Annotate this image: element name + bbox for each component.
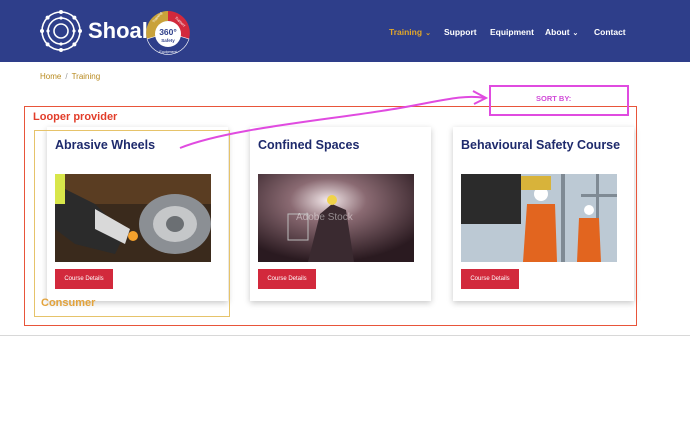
content-divider: [0, 335, 690, 336]
annotation-arrow-icon: [179, 90, 489, 149]
